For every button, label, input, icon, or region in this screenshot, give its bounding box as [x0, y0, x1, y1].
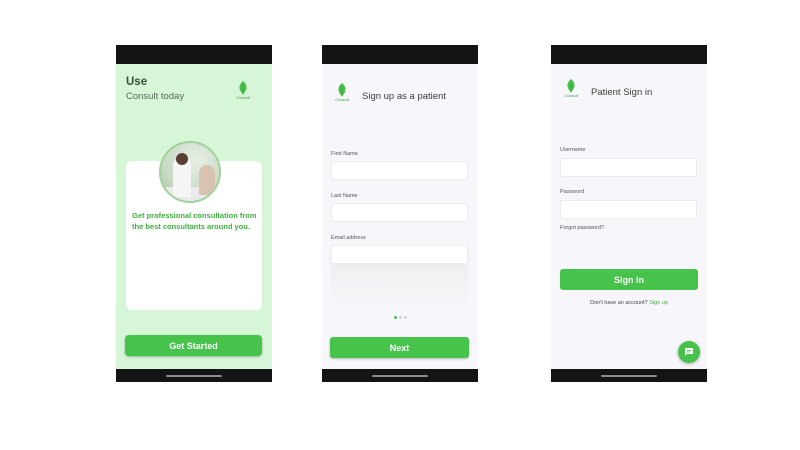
- page-title: Sign up as a patient: [362, 91, 446, 102]
- home-indicator[interactable]: [372, 375, 428, 377]
- leaf-icon: [239, 81, 247, 95]
- app-logo: Consult: [232, 81, 254, 101]
- logo-text: Consult: [236, 95, 250, 100]
- pagination-dot[interactable]: [404, 316, 407, 319]
- leaf-icon: [338, 83, 346, 97]
- last-name-label: Last Name: [331, 193, 358, 199]
- email-field[interactable]: [331, 245, 468, 264]
- home-indicator[interactable]: [166, 375, 222, 377]
- form-shadow: [331, 267, 468, 307]
- chat-icon: [685, 348, 693, 356]
- password-field[interactable]: [560, 200, 697, 219]
- status-bar: [322, 45, 478, 64]
- username-field[interactable]: [560, 158, 697, 177]
- forgot-password-link[interactable]: Forgot password?: [560, 225, 604, 231]
- app-logo: Consult: [331, 83, 353, 103]
- onboarding-tagline: Get professional consultation from the b…: [132, 211, 257, 231]
- logo-text: Consult: [335, 97, 349, 102]
- get-started-button[interactable]: Get Started: [125, 335, 262, 356]
- signin-screen: Consult Patient Sign in Username Passwor…: [551, 45, 707, 382]
- onboarding-heading: Use: [126, 76, 148, 88]
- logo-text: Consult: [564, 93, 578, 98]
- nav-bar: [116, 369, 272, 382]
- pagination-dots: [394, 316, 409, 320]
- signup-screen: Consult Sign up as a patient First Name …: [322, 45, 478, 382]
- next-button[interactable]: Next: [330, 337, 469, 358]
- doctor-consultation-photo: [159, 141, 221, 203]
- home-indicator[interactable]: [601, 375, 657, 377]
- onboarding-subheading: Consult today: [126, 91, 185, 102]
- first-name-label: First Name: [331, 151, 358, 157]
- onboarding-screen: Use Consult today Consult Get profession…: [116, 45, 272, 382]
- app-logo: Consult: [560, 79, 582, 99]
- first-name-field[interactable]: [331, 161, 468, 180]
- username-label: Username: [560, 147, 586, 153]
- signup-prompt: Don't have an account? Sign up: [551, 300, 707, 306]
- last-name-field[interactable]: [331, 203, 468, 222]
- page-title: Patient Sign in: [591, 87, 653, 98]
- nav-bar: [551, 369, 707, 382]
- canvas: Use Consult today Consult Get profession…: [0, 0, 800, 450]
- sign-up-link[interactable]: Sign up: [649, 300, 668, 306]
- pagination-dot[interactable]: [399, 316, 402, 319]
- no-account-text: Don't have an account?: [590, 300, 648, 306]
- leaf-icon: [567, 79, 575, 93]
- status-bar: [116, 45, 272, 64]
- status-bar: [551, 45, 707, 64]
- pagination-dot-active[interactable]: [394, 316, 397, 319]
- chat-button[interactable]: [678, 341, 700, 363]
- nav-bar: [322, 369, 478, 382]
- sign-in-button[interactable]: Sign in: [560, 269, 698, 290]
- password-label: Password: [560, 189, 585, 195]
- email-label: Email address: [331, 235, 366, 241]
